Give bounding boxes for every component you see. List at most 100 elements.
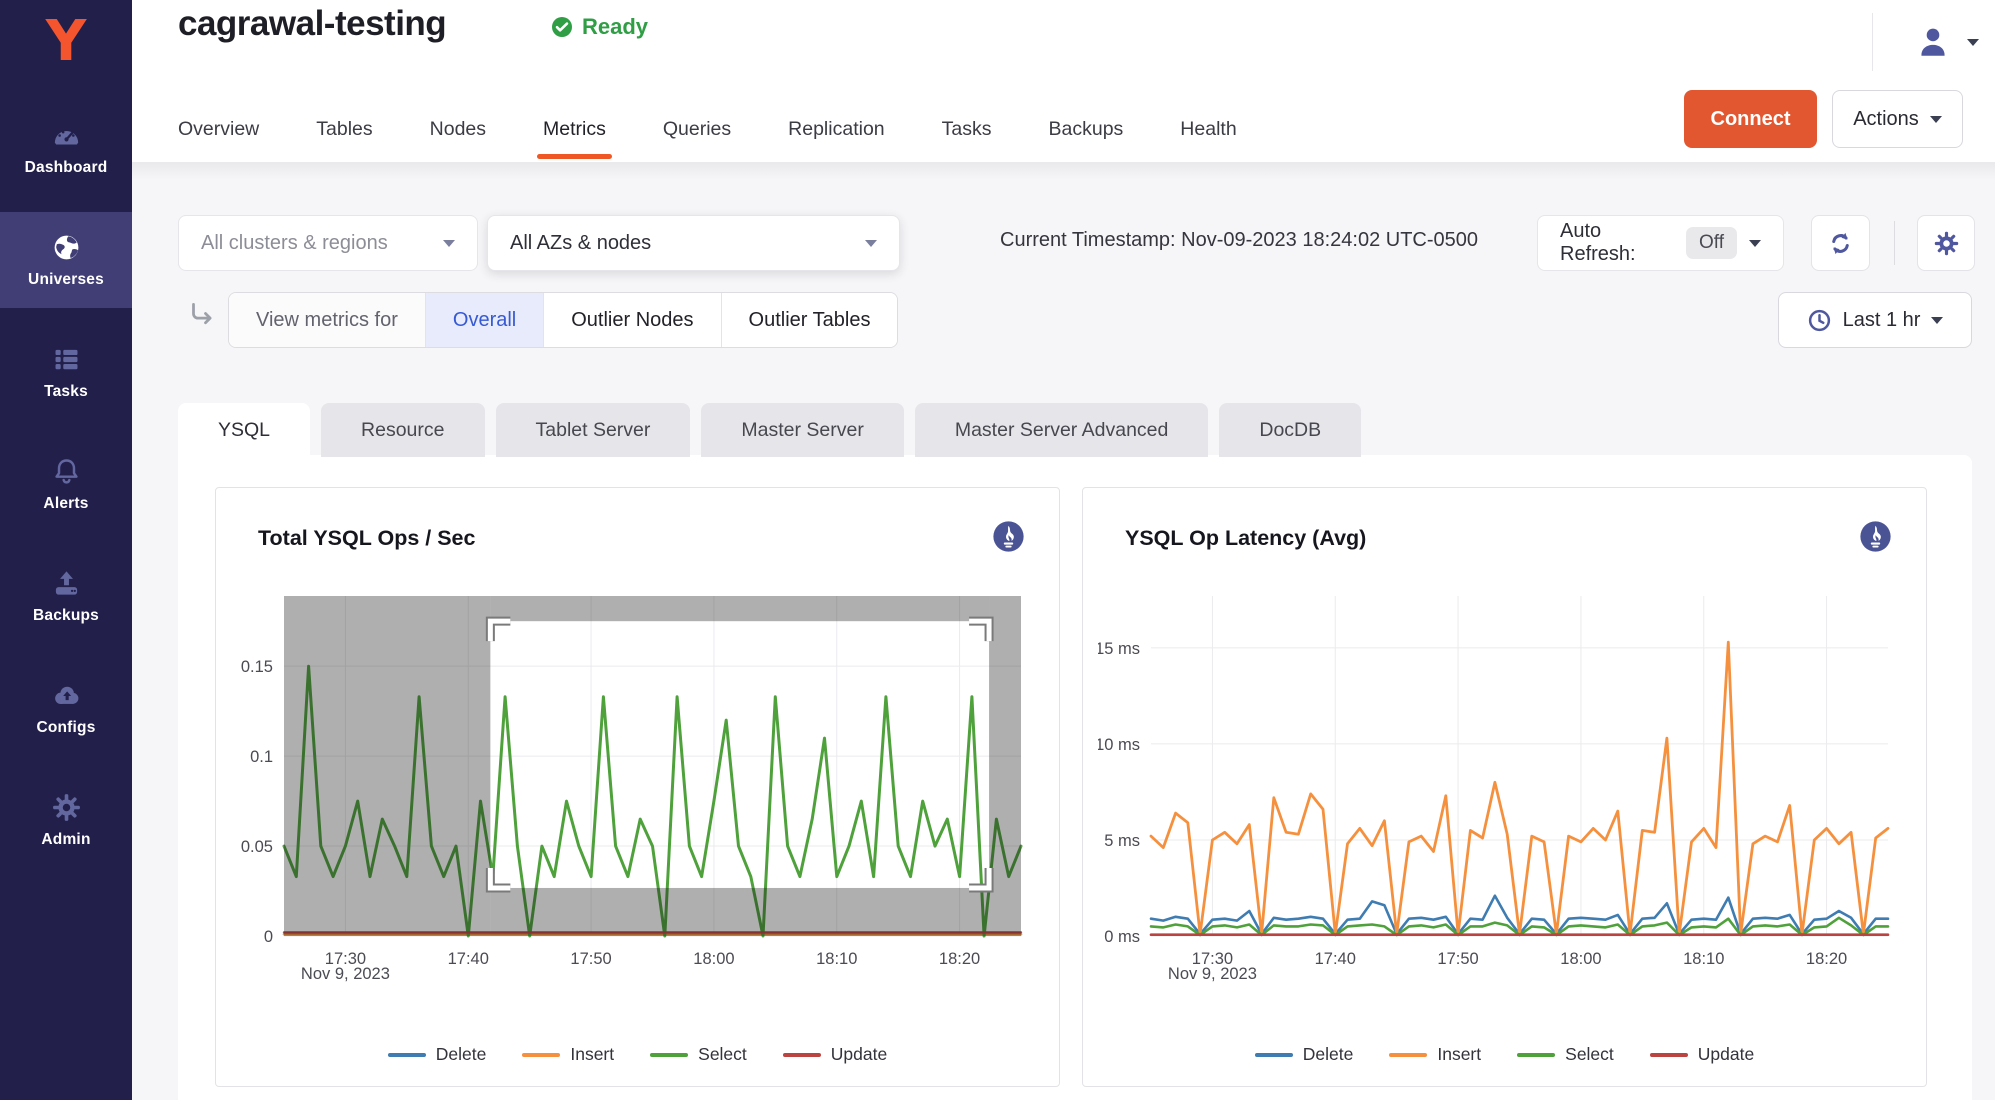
sidebar: Y Dashboard Universes Tasks (0, 0, 132, 1100)
chevron-down-icon (1749, 240, 1761, 247)
metric-tab-ysql[interactable]: YSQL (178, 403, 310, 457)
legend-label: Insert (1437, 1044, 1481, 1065)
chart-legend: Delete Insert Select Update (216, 1044, 1059, 1065)
legend-item[interactable]: Delete (388, 1044, 487, 1065)
chevron-down-icon (865, 240, 877, 247)
time-range-dropdown[interactable]: Last 1 hr (1778, 292, 1972, 348)
yugabyte-logo[interactable]: Y (0, 0, 132, 100)
svg-text:17:50: 17:50 (1437, 950, 1478, 968)
tab-queries[interactable]: Queries (663, 96, 731, 162)
metric-tab-master-server[interactable]: Master Server (701, 403, 903, 457)
branch-arrow-icon (186, 300, 216, 330)
svg-text:18:10: 18:10 (1683, 950, 1724, 968)
metric-tab-tablet-server[interactable]: Tablet Server (496, 403, 691, 457)
metric-tab-master-server-advanced[interactable]: Master Server Advanced (915, 403, 1209, 457)
list-icon (51, 344, 82, 375)
actions-button[interactable]: Actions (1832, 90, 1963, 148)
legend-item[interactable]: Insert (522, 1044, 614, 1065)
connect-button[interactable]: Connect (1684, 90, 1817, 148)
svg-text:17:40: 17:40 (448, 950, 489, 968)
legend-swatch (1517, 1053, 1555, 1057)
check-circle-icon (550, 15, 574, 39)
clusters-regions-value: All clusters & regions (201, 232, 388, 255)
refresh-icon (1827, 230, 1854, 257)
clusters-regions-dropdown[interactable]: All clusters & regions (178, 215, 478, 271)
tab-nodes[interactable]: Nodes (430, 96, 486, 162)
chevron-down-icon (1967, 39, 1979, 46)
chart-title: YSQL Op Latency (Avg) (1125, 526, 1366, 551)
gauge-icon (51, 120, 82, 151)
legend-item[interactable]: Delete (1255, 1044, 1354, 1065)
yugabyte-logo-icon: Y (35, 8, 97, 74)
sidebar-item-dashboard[interactable]: Dashboard (0, 100, 132, 196)
view-metrics-overall[interactable]: Overall (426, 293, 544, 347)
header: cagrawal-testing Ready Overview Tables N… (132, 0, 1995, 162)
prometheus-icon[interactable] (1859, 520, 1892, 553)
legend-swatch (388, 1053, 426, 1057)
chart-legend: Delete Insert Select Update (1083, 1044, 1926, 1065)
sidebar-item-alerts[interactable]: Alerts (0, 436, 132, 532)
time-range-value: Last 1 hr (1843, 309, 1921, 332)
auto-refresh-value: Off (1686, 227, 1737, 259)
ysql-ops-chart[interactable]: 00.050.10.1517:3017:4017:5018:0018:1018:… (231, 583, 1041, 983)
view-metrics-outlier-tables[interactable]: Outlier Tables (722, 293, 898, 347)
divider (1872, 13, 1873, 71)
chart-card-ysql-op-latency: YSQL Op Latency (Avg) 0 ms5 ms10 ms15 ms… (1082, 487, 1927, 1087)
view-metrics-label: View metrics for (229, 293, 426, 347)
sidebar-item-label: Admin (41, 831, 90, 849)
tab-tasks[interactable]: Tasks (942, 96, 992, 162)
svg-text:Nov 9, 2023: Nov 9, 2023 (1168, 965, 1257, 983)
legend-item[interactable]: Update (783, 1044, 887, 1065)
metric-tab-resource[interactable]: Resource (321, 403, 484, 457)
svg-text:0.05: 0.05 (241, 838, 273, 856)
legend-item[interactable]: Select (1517, 1044, 1614, 1065)
svg-text:0 ms: 0 ms (1104, 928, 1140, 946)
legend-swatch (522, 1053, 560, 1057)
metric-tab-docdb[interactable]: DocDB (1219, 403, 1361, 457)
tab-backups[interactable]: Backups (1049, 96, 1124, 162)
svg-text:Y: Y (45, 9, 88, 74)
settings-button[interactable] (1917, 215, 1975, 271)
svg-text:Nov 9, 2023: Nov 9, 2023 (301, 965, 390, 983)
sidebar-item-backups[interactable]: Backups (0, 548, 132, 644)
legend-item[interactable]: Select (650, 1044, 747, 1065)
bell-icon (51, 456, 82, 487)
legend-swatch (783, 1053, 821, 1057)
backup-icon (51, 568, 82, 599)
legend-swatch (1255, 1053, 1293, 1057)
sidebar-item-tasks[interactable]: Tasks (0, 324, 132, 420)
refresh-button[interactable] (1811, 215, 1870, 271)
legend-item[interactable]: Insert (1389, 1044, 1481, 1065)
tab-overview[interactable]: Overview (178, 96, 259, 162)
chart-card-total-ysql-ops: Total YSQL Ops / Sec 00.050.10.1517:3017… (215, 487, 1060, 1087)
actions-label: Actions (1853, 108, 1919, 131)
ysql-latency-chart[interactable]: 0 ms5 ms10 ms15 ms17:3017:4017:5018:0018… (1098, 583, 1908, 983)
legend-swatch (1650, 1053, 1688, 1057)
status-badge: Ready (550, 14, 648, 40)
svg-text:18:20: 18:20 (1806, 950, 1847, 968)
prometheus-icon[interactable] (992, 520, 1025, 553)
azs-nodes-value: All AZs & nodes (510, 232, 651, 255)
azs-nodes-dropdown[interactable]: All AZs & nodes (487, 215, 900, 271)
sidebar-item-label: Universes (28, 271, 104, 289)
tab-replication[interactable]: Replication (788, 96, 884, 162)
legend-swatch (650, 1053, 688, 1057)
svg-text:18:00: 18:00 (693, 950, 734, 968)
tab-metrics[interactable]: Metrics (543, 96, 606, 162)
view-metrics-outlier-nodes[interactable]: Outlier Nodes (544, 293, 721, 347)
sidebar-item-admin[interactable]: Admin (0, 772, 132, 868)
tab-health[interactable]: Health (1180, 96, 1236, 162)
legend-label: Select (1565, 1044, 1614, 1065)
auto-refresh-dropdown[interactable]: Auto Refresh: Off (1537, 215, 1784, 271)
header-shadow (132, 162, 1995, 180)
legend-item[interactable]: Update (1650, 1044, 1754, 1065)
svg-text:18:10: 18:10 (816, 950, 857, 968)
sidebar-item-configs[interactable]: Configs (0, 660, 132, 756)
tab-tables[interactable]: Tables (316, 96, 372, 162)
svg-text:18:20: 18:20 (939, 950, 980, 968)
sidebar-item-universes[interactable]: Universes (0, 212, 132, 308)
user-menu[interactable] (1872, 10, 1979, 74)
legend-label: Delete (1303, 1044, 1354, 1065)
legend-label: Insert (570, 1044, 614, 1065)
sidebar-item-label: Backups (33, 607, 99, 625)
